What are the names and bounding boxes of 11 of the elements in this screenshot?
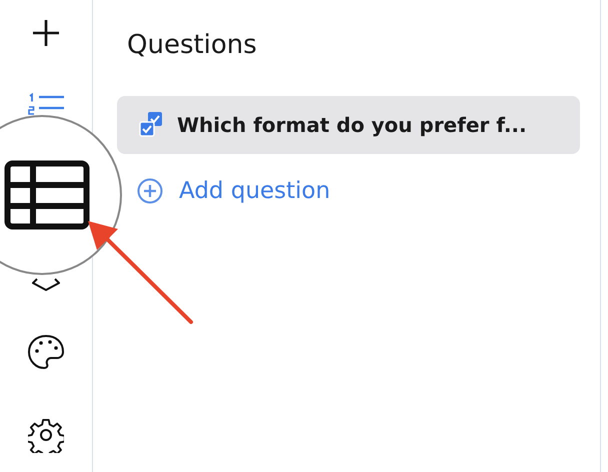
- add-icon[interactable]: [31, 18, 61, 48]
- panel-title: Questions: [127, 30, 258, 60]
- numbered-list-icon[interactable]: [27, 93, 65, 115]
- add-circle-icon: [137, 178, 163, 204]
- settings-icon[interactable]: [28, 417, 64, 453]
- table-icon[interactable]: [4, 160, 90, 230]
- question-item[interactable]: Which format do you prefer f...: [117, 96, 580, 154]
- layers-icon[interactable]: [31, 277, 61, 291]
- add-question-button[interactable]: Add question: [131, 174, 336, 208]
- palette-icon[interactable]: [27, 334, 65, 370]
- checkbox-list-icon: [139, 111, 163, 139]
